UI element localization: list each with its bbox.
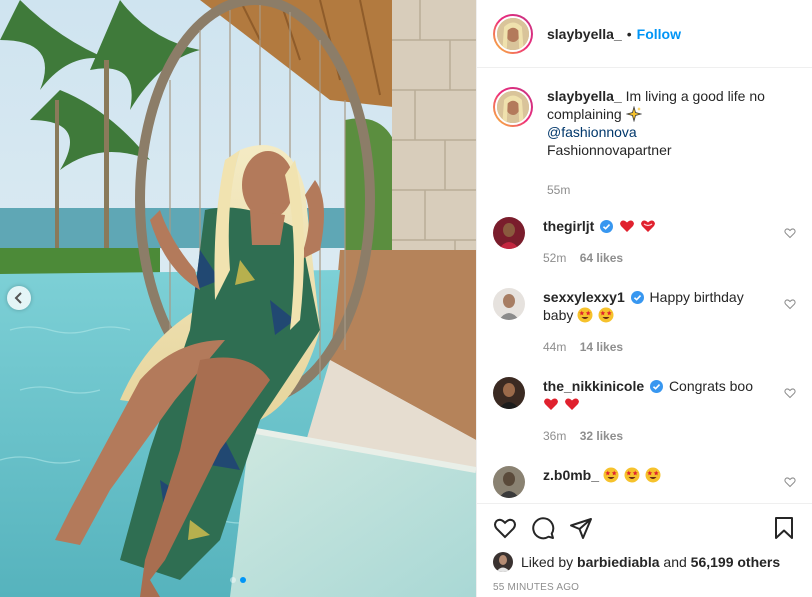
post-actions: Liked by barbiediabla and 56,199 others … — [477, 503, 812, 597]
carousel-indicator — [0, 577, 476, 583]
star-struck-emoji-icon — [577, 307, 593, 323]
red-heart-icon — [565, 398, 579, 410]
author-avatar[interactable] — [493, 13, 533, 54]
comment-button[interactable] — [531, 516, 555, 540]
caption-time[interactable]: 55m — [547, 183, 570, 197]
red-heart-icon — [544, 398, 558, 410]
comment-bubble-icon — [532, 517, 555, 540]
chevron-left-icon — [14, 292, 22, 304]
comment-item: z.b0mb_ — [493, 466, 796, 498]
bookmark-icon — [775, 517, 793, 539]
comment-likes[interactable]: 64 likes — [580, 251, 623, 265]
liked-by-user[interactable]: barbiediabla — [577, 554, 659, 570]
star-struck-emoji-icon — [603, 467, 619, 483]
red-heart-icon — [620, 220, 635, 232]
like-comment-icon[interactable] — [784, 387, 796, 399]
carousel-prev-button[interactable] — [7, 286, 31, 310]
author-username[interactable]: slaybyella_ — [547, 26, 622, 42]
verified-badge-icon — [630, 291, 644, 304]
caption-username[interactable]: slaybyella_ — [547, 88, 622, 104]
like-comment-icon[interactable] — [784, 227, 796, 239]
heart-icon — [494, 518, 516, 539]
heart-with-ribbon-icon — [641, 220, 655, 232]
like-comment-icon[interactable] — [784, 476, 796, 488]
follow-button[interactable]: Follow — [637, 26, 681, 42]
caption-mention[interactable]: @fashionnova — [547, 123, 779, 141]
post-photo[interactable] — [0, 0, 476, 597]
commenter-avatar[interactable] — [493, 377, 525, 409]
comment-item: the_nikkinicole Congrats boo 36m 32 like… — [493, 377, 796, 445]
photo-scene — [0, 0, 476, 597]
commenter-username[interactable]: thegirljt — [543, 218, 594, 234]
commenter-avatar[interactable] — [493, 217, 525, 249]
liked-by-count[interactable]: 56,199 others — [691, 554, 781, 570]
carousel-dot — [230, 577, 236, 583]
avatar-image — [493, 552, 513, 572]
paper-plane-icon — [570, 518, 592, 539]
avatar-image — [497, 17, 529, 50]
comment-text: Congrats boo — [668, 378, 753, 394]
liked-by-prefix: Liked by — [521, 554, 574, 570]
avatar-image — [493, 466, 525, 498]
post-side-panel: slaybyella_ • Follow slaybyella_ Im livi… — [476, 0, 812, 597]
verified-badge-icon — [650, 380, 664, 393]
comment-item: thegirljt 52m 64 likes — [493, 217, 796, 267]
verified-badge-icon — [600, 220, 614, 233]
like-button[interactable] — [493, 516, 517, 540]
save-button[interactable] — [772, 516, 796, 540]
likes-summary: Liked by barbiediabla and 56,199 others — [493, 552, 796, 572]
caption-avatar[interactable] — [493, 87, 533, 127]
like-comment-icon[interactable] — [784, 298, 796, 310]
avatar-image — [493, 217, 525, 249]
sparkles-icon — [625, 106, 642, 122]
commenter-username[interactable]: sexxylexxy1 — [543, 289, 625, 305]
liked-by-and: and — [663, 554, 687, 570]
avatar-image — [497, 91, 529, 123]
commenter-avatar[interactable] — [493, 466, 525, 498]
avatar-image — [493, 377, 525, 409]
post-caption: slaybyella_ Im living a good life no com… — [493, 69, 796, 199]
comment-likes[interactable]: 14 likes — [580, 340, 623, 354]
comment-time[interactable]: 44m — [543, 340, 566, 354]
star-struck-emoji-icon — [624, 467, 640, 483]
commenter-username[interactable]: the_nikkinicole — [543, 378, 644, 394]
instagram-post: slaybyella_ • Follow slaybyella_ Im livi… — [0, 0, 812, 597]
comment-time[interactable]: 52m — [543, 251, 566, 265]
comment-time[interactable]: 36m — [543, 429, 566, 443]
commenter-username[interactable]: z.b0mb_ — [543, 467, 599, 483]
carousel-dot-active — [240, 577, 246, 583]
post-timestamp[interactable]: 55 MINUTES AGO — [493, 582, 796, 593]
share-button[interactable] — [569, 516, 593, 540]
comments-list[interactable]: slaybyella_ Im living a good life no com… — [477, 69, 812, 503]
comment-item: sexxylexxy1 Happy birthday baby 44m 14 l… — [493, 288, 796, 356]
commenter-avatar[interactable] — [493, 288, 525, 320]
post-header: slaybyella_ • Follow — [477, 0, 812, 68]
header-separator: • — [626, 25, 632, 42]
star-struck-emoji-icon — [645, 467, 661, 483]
caption-tag-line: Fashionnovapartner — [547, 142, 672, 158]
liker-avatar[interactable] — [493, 552, 513, 572]
star-struck-emoji-icon — [598, 307, 614, 323]
avatar-image — [493, 288, 525, 320]
comment-likes[interactable]: 32 likes — [580, 429, 623, 443]
